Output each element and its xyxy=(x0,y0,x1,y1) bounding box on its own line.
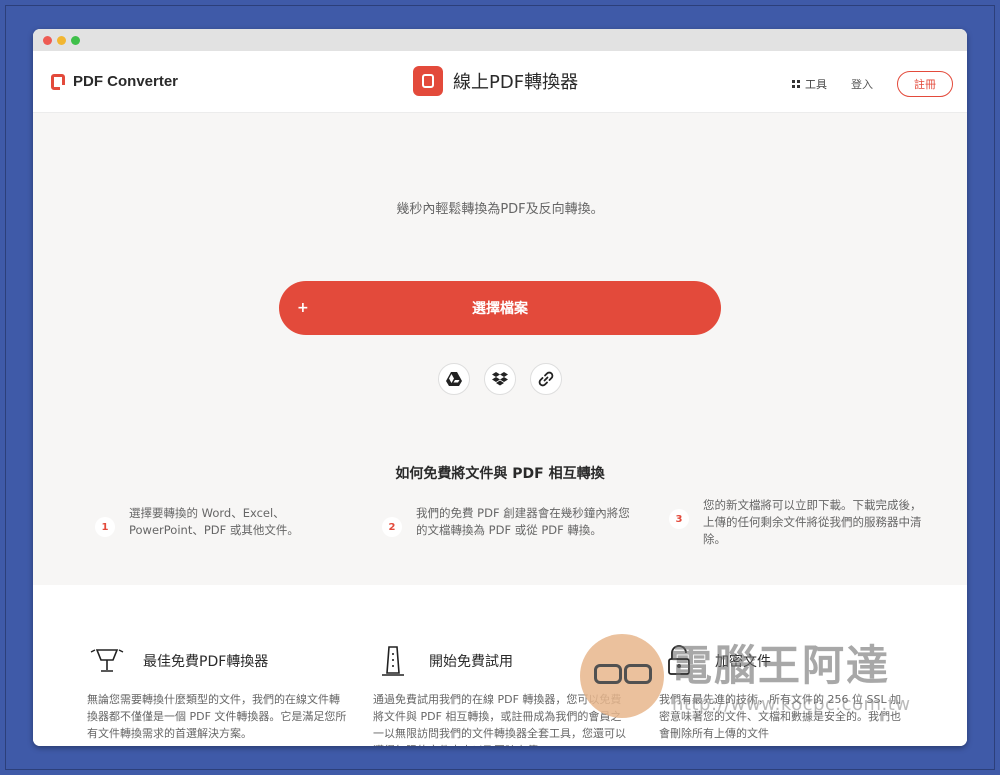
choose-file-button[interactable]: + 選擇檔案 xyxy=(279,281,721,335)
url-link-button[interactable] xyxy=(530,363,562,395)
close-window-button[interactable] xyxy=(43,36,52,45)
dropbox-button[interactable] xyxy=(484,363,516,395)
top-nav: 工具 登入 註冊 xyxy=(792,71,953,97)
feature-title: 開始免費試用 xyxy=(429,654,513,670)
feature-title: 加密文件 xyxy=(715,654,771,670)
feature-title: 最佳免費PDF轉換器 xyxy=(143,654,269,670)
step-number: 2 xyxy=(382,517,402,537)
trophy-icon xyxy=(87,645,127,677)
login-link[interactable]: 登入 xyxy=(851,76,873,92)
tools-menu[interactable]: 工具 xyxy=(792,76,827,92)
page-title-text: 線上PDF轉換器 xyxy=(453,72,579,93)
lock-icon xyxy=(659,645,699,677)
step-number: 3 xyxy=(669,509,689,529)
cloud-sources xyxy=(438,363,562,395)
step-text: 您的新文檔將可以立即下載。下載完成後，上傳的任何剩余文件將從我們的服務器中清除。 xyxy=(703,498,922,546)
feature-encrypted: 加密文件 我們有最先進的技術，所有文件的 256 位 SSL 加密意味著您的文件… xyxy=(659,645,909,746)
brand-name: PDF Converter xyxy=(73,73,179,90)
feature-best-converter: 最佳免費PDF轉換器 無論您需要轉換什麼類型的文件，我們的在線文件轉換器都不僅僅… xyxy=(87,645,347,742)
feature-desc: 通過免費試用我們的在線 PDF 轉換器，您可以免費將文件與 PDF 相互轉換，或… xyxy=(373,693,626,746)
test-tube-icon xyxy=(373,645,413,677)
link-icon xyxy=(538,371,554,387)
step-2: 2 我們的免費 PDF 創建器會在幾秒鐘內將您的文檔轉換為 PDF 或從 PDF… xyxy=(382,505,636,539)
dropbox-icon xyxy=(492,372,508,386)
grid-icon xyxy=(792,80,800,88)
step-3: 3 您的新文檔將可以立即下載。下載完成後，上傳的任何剩余文件將從我們的服務器中清… xyxy=(669,497,923,548)
register-button[interactable]: 註冊 xyxy=(897,71,953,97)
google-drive-button[interactable] xyxy=(438,363,470,395)
pdf-converter-logo-icon xyxy=(51,73,66,91)
hero-subtitle: 幾秒內輕鬆轉換為PDF及反向轉換。 xyxy=(396,202,604,217)
feature-desc: 無論您需要轉換什麼類型的文件，我們的在線文件轉換器都不僅僅是一個 PDF 文件轉… xyxy=(87,693,347,740)
google-drive-icon xyxy=(446,372,462,386)
plus-icon: + xyxy=(297,300,309,316)
page-title: 線上PDF轉換器 xyxy=(413,66,578,96)
brand-logo[interactable]: PDF Converter xyxy=(51,73,179,91)
window-titlebar xyxy=(33,29,967,51)
howto-title: 如何免費將文件與 PDF 相互轉換 xyxy=(395,466,605,482)
center-logo-icon xyxy=(413,66,443,96)
browser-window: PDF Converter 線上PDF轉換器 工具 登入 註冊 幾秒內輕鬆轉換為… xyxy=(33,29,967,746)
step-text: 選擇要轉換的 Word、Excel、PowerPoint、PDF 或其他文件。 xyxy=(129,506,299,537)
feature-desc: 我們有最先進的技術，所有文件的 256 位 SSL 加密意味著您的文件、文檔和數… xyxy=(659,693,902,740)
step-number: 1 xyxy=(95,517,115,537)
minimize-window-button[interactable] xyxy=(57,36,66,45)
features-section: 最佳免費PDF轉換器 無論您需要轉換什麼類型的文件，我們的在線文件轉換器都不僅僅… xyxy=(33,585,967,746)
tools-label: 工具 xyxy=(805,78,827,91)
maximize-window-button[interactable] xyxy=(71,36,80,45)
site-header: PDF Converter 線上PDF轉換器 工具 登入 註冊 xyxy=(33,51,967,113)
step-text: 我們的免費 PDF 創建器會在幾秒鐘內將您的文檔轉換為 PDF 或從 PDF 轉… xyxy=(416,506,630,537)
feature-free-trial: 開始免費試用 通過免費試用我們的在線 PDF 轉換器，您可以免費將文件與 PDF… xyxy=(373,645,628,746)
step-1: 1 選擇要轉換的 Word、Excel、PowerPoint、PDF 或其他文件… xyxy=(95,505,309,539)
choose-file-label: 選擇檔案 xyxy=(472,301,528,317)
